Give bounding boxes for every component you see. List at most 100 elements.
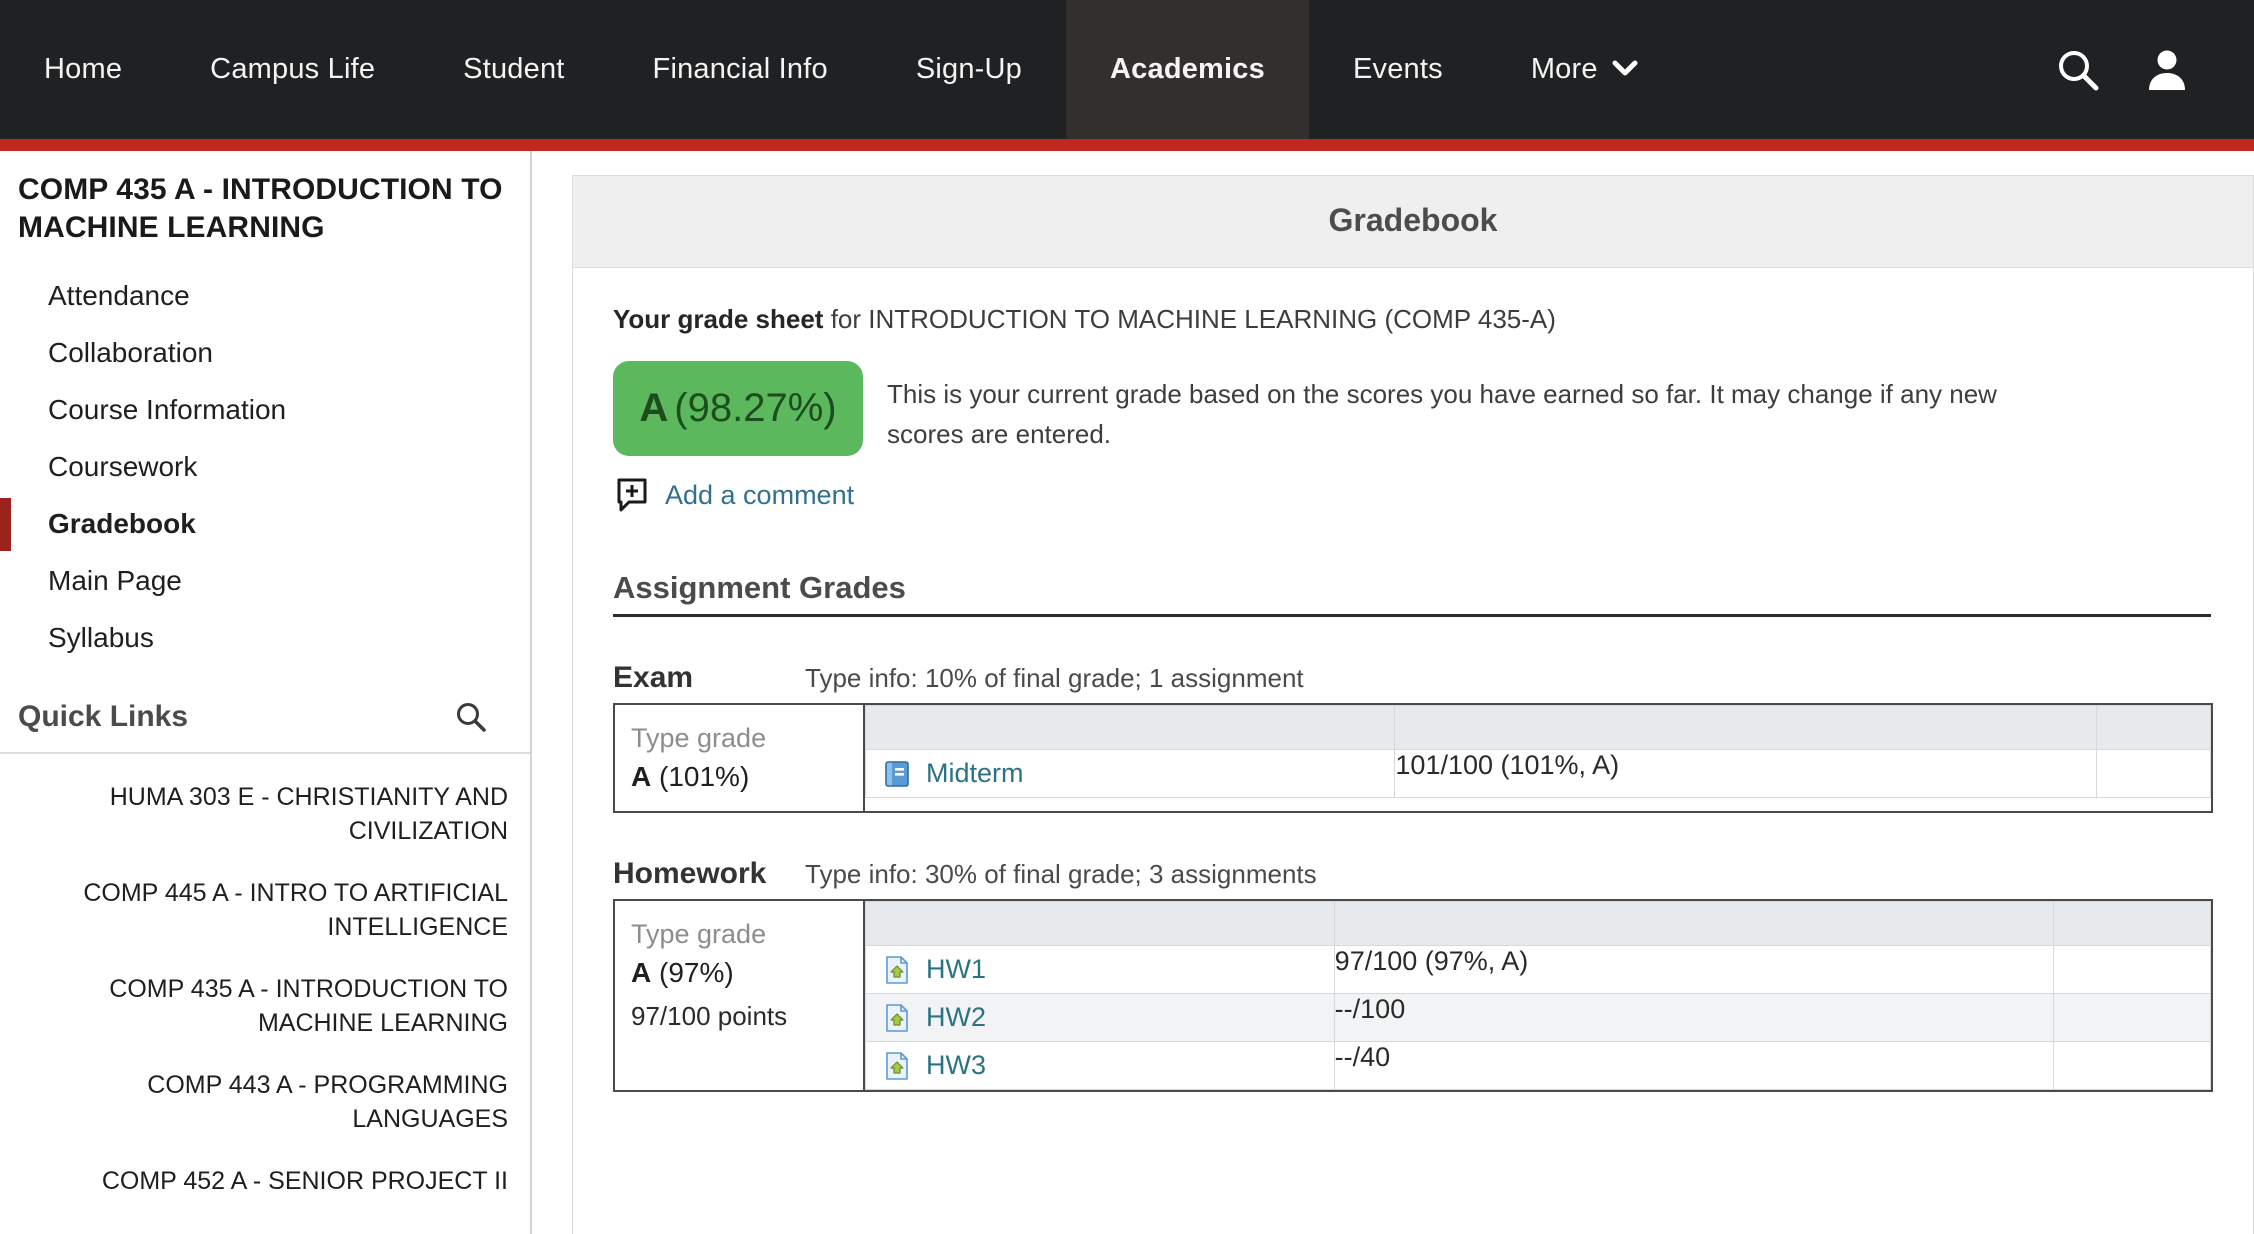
type-grade-value: A (101%): [631, 757, 863, 797]
grade-group-homework-name: Homework: [613, 857, 767, 891]
top-nav-actions: [2054, 0, 2254, 139]
assignment-score-cell: --/100: [1333, 993, 2055, 1043]
grade-sheet-subtitle-bold: Your grade sheet: [613, 304, 824, 334]
type-grade-label: Type grade: [631, 919, 767, 950]
assignment-items-table: Midterm 101/100 (101%, A): [864, 705, 2212, 798]
nav-item-events-label: Events: [1352, 53, 1443, 85]
overall-grade-note: This is your current grade based on the …: [887, 379, 1997, 449]
assignment-extra-cell: [2053, 993, 2211, 1043]
type-grade-points: 97/100 points: [631, 1001, 788, 1032]
sidebar-item-syllabus[interactable]: Syllabus: [0, 610, 530, 667]
type-grade-value: A (97%): [631, 953, 863, 993]
type-grade-label: Type grade: [631, 723, 767, 753]
sidebar-item-coursework[interactable]: Coursework: [0, 439, 530, 496]
assignment-items-cell: HW1 97/100 (97%, A) HW2 --/100 HW3 --/40: [864, 900, 2212, 1091]
type-grade-cell: Type grade A (97%) 97/100 points: [614, 900, 865, 1092]
assignment-grades-heading: Assignment Grades: [613, 570, 2211, 617]
add-comment-button[interactable]: Add a comment: [617, 478, 2213, 512]
assignment-link[interactable]: HW2: [926, 1002, 986, 1033]
sidebar-item-main-page[interactable]: Main Page: [0, 553, 530, 610]
assignment-score-cell: --/40: [1333, 1041, 2055, 1091]
assignment-extra-cell: [2053, 945, 2211, 995]
nav-item-home-label: Home: [44, 53, 123, 85]
sidebar-item-course-information-label: Course Information: [48, 393, 287, 425]
quick-link-item[interactable]: COMP 435 A - INTRODUCTION TO MACHINE LEA…: [0, 972, 530, 1068]
overall-grade-badge: A (98.27%): [613, 361, 863, 456]
grade-group-homework: Homework Type info: 30% of final grade; …: [613, 857, 2213, 1093]
grade-group-homework-info: Type info: 30% of final grade; 3 assignm…: [805, 859, 1317, 890]
sidebar-item-attendance[interactable]: Attendance: [0, 268, 530, 325]
assignment-link[interactable]: HW1: [926, 954, 986, 985]
chevron-down-icon: [1612, 59, 1638, 77]
quick-link-item[interactable]: COMP 445 A - INTRO TO ARTIFICIAL INTELLI…: [0, 876, 530, 972]
gradebook-panel-header: Gradebook: [573, 176, 2253, 268]
assignment-name-cell[interactable]: HW2: [865, 993, 1335, 1043]
nav-item-academics[interactable]: Academics: [1066, 0, 1309, 139]
nav-item-more[interactable]: More: [1487, 0, 1672, 139]
page-title: Gradebook: [1328, 202, 1498, 238]
assignment-name-cell[interactable]: HW3: [865, 1041, 1335, 1091]
assignment-doc-icon: [882, 1051, 912, 1081]
assignment-extra-cell: [2095, 749, 2212, 798]
nav-item-financial-info-label: Financial Info: [652, 53, 828, 85]
grade-sheet-subtitle: Your grade sheet for INTRODUCTION TO MAC…: [613, 304, 2213, 335]
assignment-link[interactable]: HW3: [926, 1050, 986, 1081]
overall-grade-percent: (98.27%): [674, 386, 837, 430]
type-grade-percent: (101%): [659, 761, 750, 793]
quick-link-item[interactable]: COMP 443 A - PROGRAMMING LANGUAGES: [0, 1068, 530, 1164]
nav-item-home[interactable]: Home: [0, 0, 166, 139]
page-body: COMP 435 A - INTRODUCTION TO MACHINE LEA…: [0, 151, 2254, 1234]
user-account-icon[interactable]: [2144, 46, 2190, 94]
nav-item-sign-up[interactable]: Sign-Up: [872, 0, 1066, 139]
quick-link-item[interactable]: COMP 452 A - SENIOR PROJECT II: [0, 1164, 530, 1226]
nav-item-events[interactable]: Events: [1309, 0, 1487, 139]
column-header-score: [1333, 901, 2055, 947]
sidebar-item-collaboration[interactable]: Collaboration: [0, 325, 530, 382]
nav-item-campus-life[interactable]: Campus Life: [166, 0, 419, 139]
sidebar-item-course-information[interactable]: Course Information: [0, 382, 530, 439]
grade-group-homework-table: Type grade A (97%) 97/100 points HW1 97/…: [613, 899, 2213, 1093]
assignment-doc-icon: [882, 955, 912, 985]
sidebar: COMP 435 A - INTRODUCTION TO MACHINE LEA…: [0, 151, 532, 1234]
search-icon[interactable]: [2054, 46, 2102, 94]
column-header-extra: [2053, 901, 2211, 947]
assignment-name-cell[interactable]: Midterm: [864, 749, 1396, 798]
column-header-extra: [2095, 705, 2212, 750]
assignment-link[interactable]: Midterm: [926, 758, 1024, 789]
sidebar-course-nav: Attendance Collaboration Course Informat…: [0, 268, 530, 667]
add-comment-label: Add a comment: [665, 479, 855, 510]
sidebar-item-gradebook[interactable]: Gradebook: [0, 496, 530, 553]
search-icon[interactable]: [454, 700, 488, 734]
gradebook-panel: Gradebook Your grade sheet for INTRODUCT…: [572, 175, 2254, 1234]
test-book-icon: [882, 759, 912, 789]
nav-item-student-label: Student: [463, 53, 565, 85]
overall-grade-letter: A: [639, 386, 669, 430]
assignment-name-cell[interactable]: HW1: [865, 945, 1335, 995]
type-grade-percent: (97%): [659, 957, 734, 989]
column-header-assignment: [865, 901, 1335, 947]
add-comment-icon: [617, 478, 651, 512]
grade-group-exam-table: Type grade A (101%) Midterm 101/100 (101…: [613, 703, 2213, 814]
top-navigation-bar: Home Campus Life Student Financial Info …: [0, 0, 2254, 139]
quick-links-header: Quick Links: [0, 700, 530, 755]
main-content: Gradebook Your grade sheet for INTRODUCT…: [532, 151, 2254, 1234]
nav-item-campus-life-label: Campus Life: [210, 53, 376, 85]
quick-link-item[interactable]: HUMA 303 E - CHRISTIANITY AND CIVILIZATI…: [0, 780, 530, 876]
grade-group-exam-info: Type info: 10% of final grade; 1 assignm…: [805, 663, 1304, 693]
grade-group-exam-name: Exam: [613, 661, 694, 694]
table-row: HW2 --/100: [865, 993, 2211, 1043]
sidebar-course-title: COMP 435 A - INTRODUCTION TO MACHINE LEA…: [18, 173, 503, 245]
gradebook-panel-body: Your grade sheet for INTRODUCTION TO MAC…: [573, 268, 2253, 1093]
top-nav-items: Home Campus Life Student Financial Info …: [0, 0, 1672, 139]
nav-item-financial-info[interactable]: Financial Info: [609, 0, 872, 139]
assignment-score-cell: 101/100 (101%, A): [1394, 749, 2097, 798]
quick-links-list: HUMA 303 E - CHRISTIANITY AND CIVILIZATI…: [0, 754, 530, 1226]
grade-group-exam: Exam Type info: 10% of final grade; 1 as…: [613, 661, 2213, 814]
assignment-extra-cell: [2053, 1041, 2211, 1091]
nav-item-sign-up-label: Sign-Up: [915, 53, 1023, 85]
nav-item-student[interactable]: Student: [419, 0, 608, 139]
type-grade-letter: A: [631, 957, 652, 989]
sidebar-item-gradebook-label: Gradebook: [48, 507, 196, 539]
nav-item-more-label: More: [1530, 53, 1598, 85]
grade-group-homework-header: Homework Type info: 30% of final grade; …: [613, 857, 2213, 891]
